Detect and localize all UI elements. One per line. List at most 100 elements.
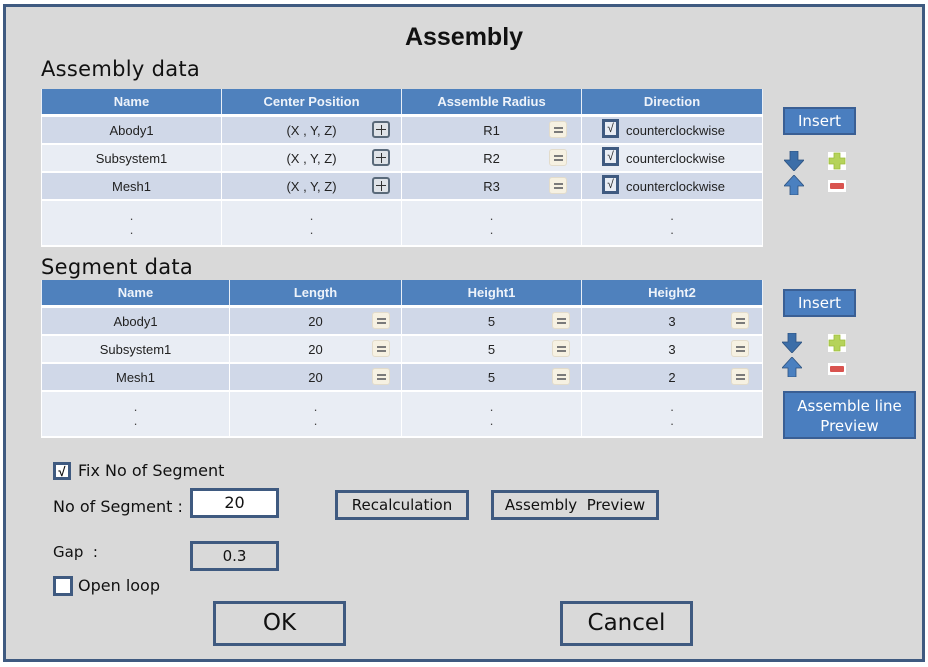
radius-cell[interactable]: R1 bbox=[401, 115, 582, 145]
column-header-assemble-radius[interactable]: Assemble Radius bbox=[401, 89, 582, 117]
height2-value: 3 bbox=[668, 341, 676, 357]
plus-icon[interactable] bbox=[828, 152, 846, 170]
name-value: Mesh1 bbox=[111, 178, 152, 194]
name-value: Subsystem1 bbox=[99, 341, 172, 357]
table-row[interactable]: Subsystem1 20 5 3 bbox=[41, 335, 763, 364]
column-header-center-position[interactable]: Center Position bbox=[221, 89, 402, 117]
center-position-value: (X , Y, Z) bbox=[286, 122, 337, 138]
direction-checkbox[interactable]: √ bbox=[602, 119, 619, 138]
table-header-row: Name Length Height1 Height2 bbox=[41, 280, 763, 308]
length-value: 20 bbox=[308, 341, 323, 357]
height2-value: 3 bbox=[668, 313, 676, 329]
equals-icon[interactable] bbox=[731, 340, 749, 357]
assembly-preview-button[interactable]: Assembly Preview bbox=[491, 490, 659, 520]
direction-label: counterclockwise bbox=[626, 179, 725, 194]
minus-icon[interactable] bbox=[828, 180, 846, 192]
equals-icon[interactable] bbox=[552, 368, 570, 385]
center-position-value: (X , Y, Z) bbox=[286, 150, 337, 166]
radius-cell[interactable]: R2 bbox=[401, 144, 582, 173]
radius-cell[interactable]: R3 bbox=[401, 172, 582, 201]
length-cell[interactable]: 20 bbox=[229, 335, 402, 364]
equals-icon[interactable] bbox=[549, 149, 567, 166]
open-loop-checkbox[interactable] bbox=[53, 576, 73, 596]
column-header-name[interactable]: Name bbox=[41, 280, 230, 308]
center-position-cell[interactable]: (X , Y, Z) bbox=[221, 115, 402, 145]
direction-cell[interactable]: √ counterclockwise bbox=[581, 115, 763, 145]
column-header-direction[interactable]: Direction bbox=[581, 89, 763, 117]
plus-icon[interactable] bbox=[828, 334, 846, 352]
equals-icon[interactable] bbox=[549, 121, 567, 138]
ellipsis-cell: .. bbox=[401, 391, 582, 438]
expand-plus-icon[interactable] bbox=[372, 149, 390, 166]
arrow-up-icon[interactable] bbox=[784, 175, 804, 195]
table-row[interactable]: Abody1 20 5 3 bbox=[41, 306, 763, 336]
arrow-up-icon[interactable] bbox=[782, 357, 802, 377]
height1-cell[interactable]: 5 bbox=[401, 363, 582, 392]
equals-icon[interactable] bbox=[731, 368, 749, 385]
expand-plus-icon[interactable] bbox=[372, 121, 390, 138]
height2-cell[interactable]: 3 bbox=[581, 335, 763, 364]
name-cell[interactable]: Mesh1 bbox=[41, 363, 230, 392]
ok-button[interactable]: OK bbox=[213, 601, 346, 646]
table-row[interactable]: Abody1 (X , Y, Z) R1 √ counterclockwise bbox=[41, 115, 763, 145]
height1-cell[interactable]: 5 bbox=[401, 306, 582, 336]
column-header-height1[interactable]: Height1 bbox=[401, 280, 582, 308]
assembly-insert-button[interactable]: Insert bbox=[783, 107, 856, 135]
recalculation-button[interactable]: Recalculation bbox=[335, 490, 469, 520]
assemble-line-preview-label-line2: Preview bbox=[820, 417, 879, 435]
name-cell[interactable]: Mesh1 bbox=[41, 172, 222, 201]
gap-label: Gap : bbox=[53, 543, 98, 561]
center-position-cell[interactable]: (X , Y, Z) bbox=[221, 144, 402, 173]
column-header-name[interactable]: Name bbox=[41, 89, 222, 117]
height2-cell[interactable]: 2 bbox=[581, 363, 763, 392]
direction-cell[interactable]: √ counterclockwise bbox=[581, 144, 763, 173]
ellipsis-cell: .. bbox=[41, 200, 222, 247]
column-header-height2[interactable]: Height2 bbox=[581, 280, 763, 308]
direction-cell[interactable]: √ counterclockwise bbox=[581, 172, 763, 201]
assembly-data-heading: Assembly data bbox=[41, 57, 201, 81]
arrow-down-icon[interactable] bbox=[784, 151, 804, 171]
direction-checkbox[interactable]: √ bbox=[602, 147, 619, 166]
name-value: Mesh1 bbox=[115, 369, 156, 385]
equals-icon[interactable] bbox=[372, 368, 390, 385]
ellipsis-cell: .. bbox=[229, 391, 402, 438]
name-cell[interactable]: Abody1 bbox=[41, 115, 222, 145]
length-value: 20 bbox=[308, 369, 323, 385]
minus-icon[interactable] bbox=[828, 363, 846, 375]
fix-segment-checkbox[interactable]: √ bbox=[53, 462, 71, 480]
equals-icon[interactable] bbox=[552, 340, 570, 357]
name-cell[interactable]: Subsystem1 bbox=[41, 335, 230, 364]
height2-cell[interactable]: 3 bbox=[581, 306, 763, 336]
table-row[interactable]: Mesh1 (X , Y, Z) R3 √ counterclockwise bbox=[41, 172, 763, 201]
direction-label: counterclockwise bbox=[626, 151, 725, 166]
length-value: 20 bbox=[308, 313, 323, 329]
radius-value: R1 bbox=[483, 122, 500, 138]
cancel-button[interactable]: Cancel bbox=[560, 601, 693, 646]
center-position-value: (X , Y, Z) bbox=[286, 178, 337, 194]
column-header-length[interactable]: Length bbox=[229, 280, 402, 308]
segment-insert-button[interactable]: Insert bbox=[783, 289, 856, 317]
equals-icon[interactable] bbox=[372, 340, 390, 357]
length-cell[interactable]: 20 bbox=[229, 363, 402, 392]
length-cell[interactable]: 20 bbox=[229, 306, 402, 336]
gap-input[interactable]: 0.3 bbox=[190, 541, 279, 571]
name-cell[interactable]: Subsystem1 bbox=[41, 144, 222, 173]
table-row[interactable]: Subsystem1 (X , Y, Z) R2 √ counterclockwi… bbox=[41, 144, 763, 173]
height1-cell[interactable]: 5 bbox=[401, 335, 582, 364]
no-of-segment-label: No of Segment : bbox=[53, 497, 183, 516]
height1-value: 5 bbox=[487, 313, 496, 329]
center-position-cell[interactable]: (X , Y, Z) bbox=[221, 172, 402, 201]
name-value: Abody1 bbox=[113, 313, 158, 329]
table-row[interactable]: Mesh1 20 5 2 bbox=[41, 363, 763, 392]
no-of-segment-input[interactable]: 20 bbox=[190, 488, 279, 518]
direction-checkbox[interactable]: √ bbox=[602, 175, 619, 194]
name-cell[interactable]: Abody1 bbox=[41, 306, 230, 336]
table-row-ellipsis: .. .. .. .. bbox=[41, 391, 763, 438]
arrow-down-icon[interactable] bbox=[782, 333, 802, 353]
equals-icon[interactable] bbox=[549, 177, 567, 194]
equals-icon[interactable] bbox=[372, 312, 390, 329]
equals-icon[interactable] bbox=[731, 312, 749, 329]
assemble-line-preview-button[interactable]: Assemble line Preview bbox=[783, 391, 916, 439]
expand-plus-icon[interactable] bbox=[372, 177, 390, 194]
equals-icon[interactable] bbox=[552, 312, 570, 329]
